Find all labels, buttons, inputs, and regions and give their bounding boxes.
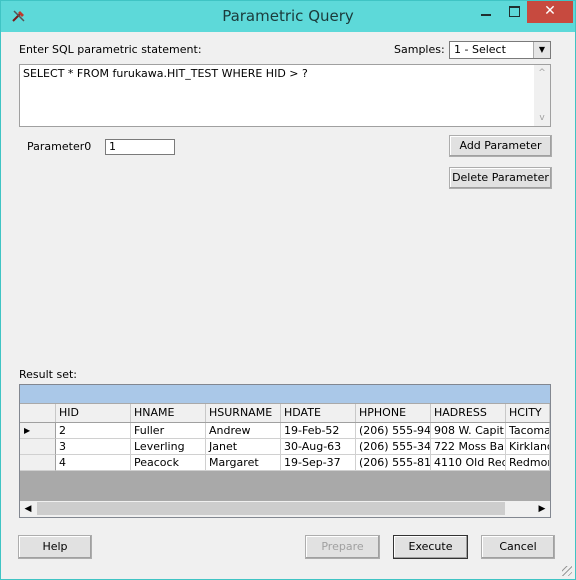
add-parameter-button[interactable]: Add Parameter: [449, 135, 552, 157]
scroll-left-icon[interactable]: ◀: [20, 501, 36, 517]
sql-statement-input[interactable]: SELECT * FROM furukawa.HIT_TEST WHERE HI…: [19, 64, 551, 127]
grid-caption-bar: [20, 385, 550, 403]
row-header-corner: [20, 404, 56, 422]
sql-statement-text[interactable]: SELECT * FROM furukawa.HIT_TEST WHERE HI…: [23, 67, 308, 80]
minimize-icon: [481, 14, 491, 16]
row-header[interactable]: [20, 455, 56, 471]
parametric-query-window: Parametric Query ✕ Enter SQL parametric …: [0, 0, 576, 580]
column-header[interactable]: HDATE: [281, 404, 356, 422]
column-header[interactable]: HPHONE: [356, 404, 431, 422]
samples-selected-value: 1 - Select: [454, 43, 506, 56]
table-cell[interactable]: Redmond: [506, 455, 550, 471]
close-button[interactable]: ✕: [527, 1, 573, 23]
row-indicator-icon[interactable]: ▶: [20, 423, 56, 439]
column-header[interactable]: HNAME: [131, 404, 206, 422]
table-cell[interactable]: 722 Moss Ba: [431, 439, 506, 455]
table-cell[interactable]: 30-Aug-63: [281, 439, 356, 455]
result-set-label: Result set:: [19, 368, 78, 381]
table-cell[interactable]: 19-Feb-52: [281, 423, 356, 439]
column-header[interactable]: HADRESS: [431, 404, 506, 422]
table-cell[interactable]: Janet: [206, 439, 281, 455]
table-cell[interactable]: 908 W. Capit: [431, 423, 506, 439]
row-header[interactable]: [20, 439, 56, 455]
table-cell[interactable]: Margaret: [206, 455, 281, 471]
samples-label: Samples:: [394, 43, 445, 56]
table-cell[interactable]: (206) 555-94: [356, 423, 431, 439]
table-cell[interactable]: 2: [56, 423, 131, 439]
minimize-button[interactable]: [471, 1, 501, 23]
table-cell[interactable]: (206) 555-81: [356, 455, 431, 471]
table-cell[interactable]: 19-Sep-37: [281, 455, 356, 471]
maximize-icon: [509, 6, 520, 17]
sql-vertical-scrollbar[interactable]: ^ v: [534, 65, 550, 126]
close-icon: ✕: [544, 3, 556, 19]
chevron-down-icon[interactable]: ▼: [533, 42, 550, 58]
result-grid[interactable]: HID HNAME HSURNAME HDATE HPHONE HADRESS …: [19, 384, 551, 518]
table-cell[interactable]: Fuller: [131, 423, 206, 439]
parameter0-label: Parameter0: [27, 140, 92, 153]
table-cell[interactable]: 4: [56, 455, 131, 471]
scroll-up-icon[interactable]: ^: [534, 65, 550, 81]
delete-parameter-button[interactable]: Delete Parameter: [449, 167, 552, 189]
title-bar[interactable]: Parametric Query ✕: [1, 1, 575, 32]
sql-statement-label: Enter SQL parametric statement:: [19, 43, 202, 56]
table-cell[interactable]: Kirkland: [506, 439, 550, 455]
column-header[interactable]: HID: [56, 404, 131, 422]
column-header[interactable]: HSURNAME: [206, 404, 281, 422]
execute-button[interactable]: Execute: [393, 535, 468, 559]
table-cell[interactable]: (206) 555-34: [356, 439, 431, 455]
parameter0-field[interactable]: 1: [105, 139, 175, 155]
scroll-right-icon[interactable]: ▶: [534, 501, 550, 517]
grid-horizontal-scrollbar[interactable]: ◀ ▶: [20, 501, 550, 517]
table-cell[interactable]: Leverling: [131, 439, 206, 455]
maximize-button[interactable]: [501, 1, 527, 23]
scroll-down-icon[interactable]: v: [534, 110, 550, 126]
samples-dropdown[interactable]: 1 - Select ▼: [449, 41, 551, 59]
help-button[interactable]: Help: [18, 535, 92, 559]
table-cell[interactable]: 3: [56, 439, 131, 455]
prepare-button[interactable]: Prepare: [305, 535, 380, 559]
table-cell[interactable]: Peacock: [131, 455, 206, 471]
table-cell[interactable]: 4110 Old Red: [431, 455, 506, 471]
column-header[interactable]: HCITY: [506, 404, 550, 422]
resize-grip-icon[interactable]: [562, 566, 572, 576]
table-cell[interactable]: Tacoma: [506, 423, 550, 439]
table-cell[interactable]: Andrew: [206, 423, 281, 439]
scrollbar-thumb[interactable]: [37, 502, 505, 515]
cancel-button[interactable]: Cancel: [481, 535, 555, 559]
grid-header-row: HID HNAME HSURNAME HDATE HPHONE HADRESS …: [20, 404, 550, 423]
